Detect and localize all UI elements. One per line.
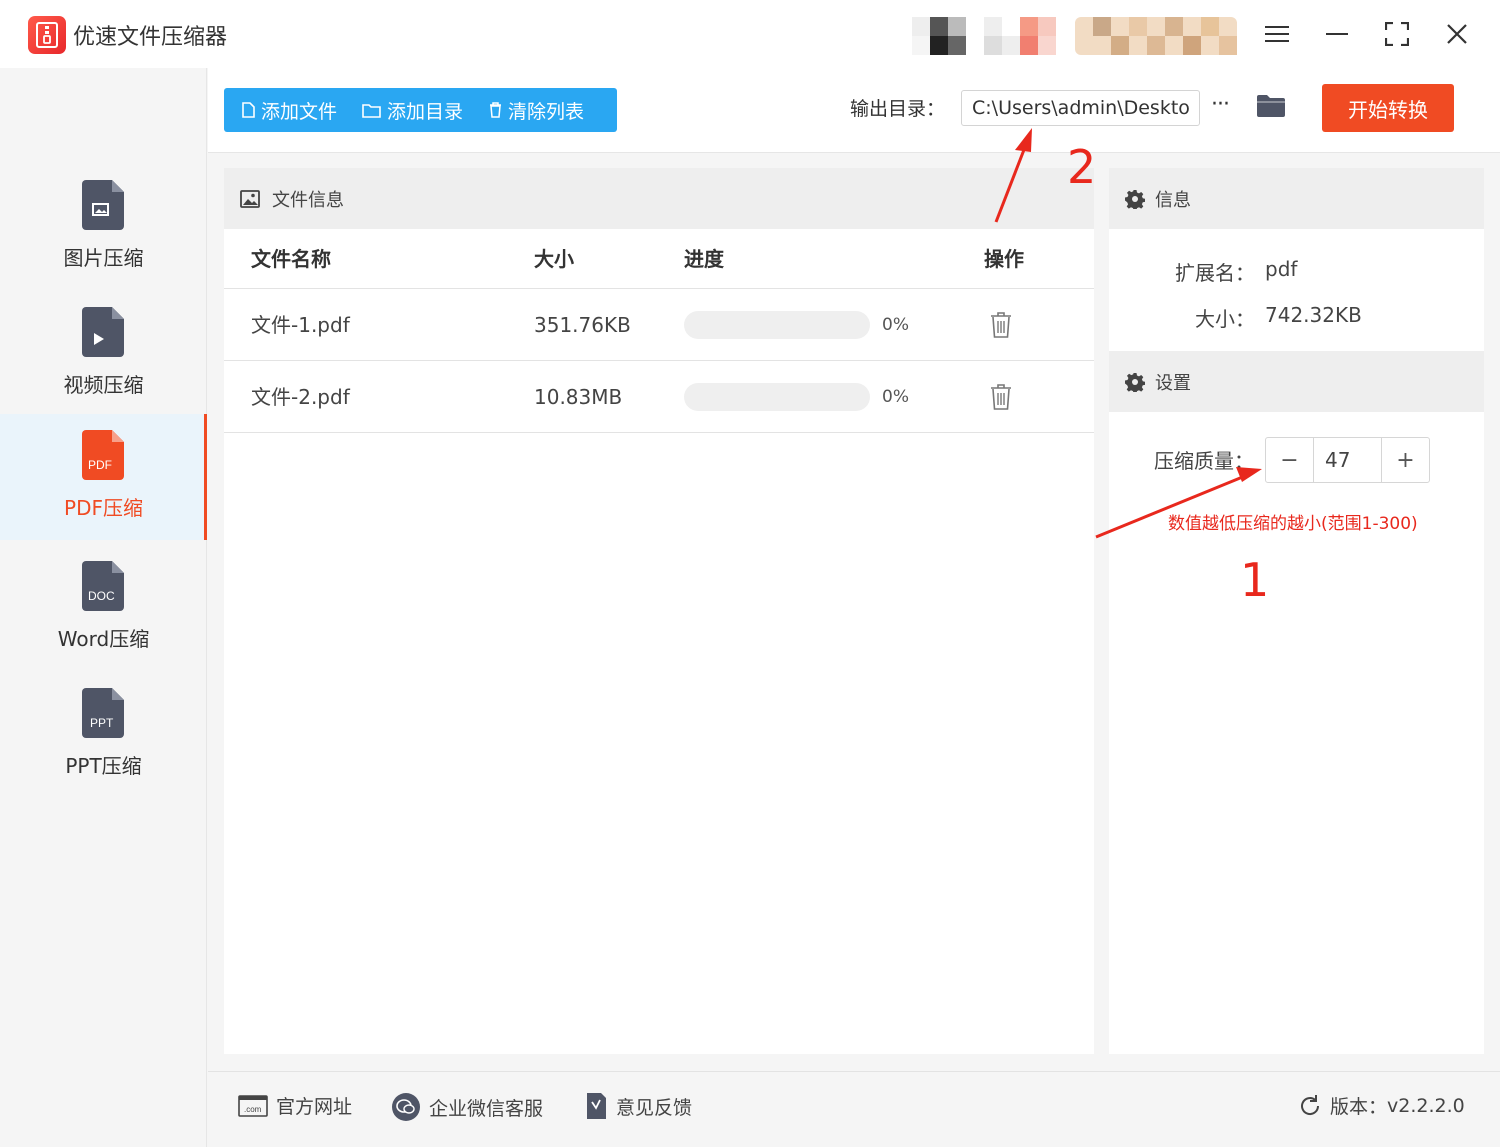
clear-list-label: 清除列表 <box>508 100 585 123</box>
add-folder-label: 添加目录 <box>387 100 464 123</box>
size-value: 742.32KB <box>1265 303 1362 327</box>
annotation-number-2: 2 <box>1067 140 1097 194</box>
sidebar-item-word-compress[interactable]: DOC Word压缩 <box>0 545 207 673</box>
delete-trash-icon[interactable] <box>990 311 1012 339</box>
title-bar: 优速文件压缩器 <box>0 0 1500 68</box>
svg-text:PPT: PPT <box>90 716 114 730</box>
add-file-label: 添加文件 <box>261 100 338 123</box>
close-icon[interactable] <box>1437 14 1477 54</box>
progress-bar <box>684 383 870 411</box>
browse-more-button[interactable]: ··· <box>1211 92 1230 117</box>
blurred-user-avatar <box>912 17 1057 55</box>
feedback-icon <box>587 1093 606 1119</box>
sidebar-item-label: 图片压缩 <box>63 246 144 270</box>
file-name: 文件-2.pdf <box>251 385 350 409</box>
file-size: 351.76KB <box>534 313 631 337</box>
progress-bar <box>684 311 870 339</box>
trash-icon <box>490 102 502 118</box>
file-action-group: 添加文件 添加目录 清除列表 <box>224 88 617 132</box>
version-label: 版本： <box>1330 1096 1388 1118</box>
output-dir-label: 输出目录： <box>850 98 946 120</box>
ppt-file-icon: PPT <box>82 688 124 738</box>
svg-text:.com: .com <box>244 1105 262 1114</box>
blurred-user-name <box>1075 17 1237 55</box>
sidebar-item-video-compress[interactable]: 视频压缩 <box>0 291 207 419</box>
sidebar-item-image-compress[interactable]: 图片压缩 <box>0 164 207 292</box>
ext-label: 扩展名： <box>1175 261 1255 285</box>
clear-list-button[interactable]: 清除列表 <box>489 88 584 132</box>
open-folder-icon[interactable] <box>1256 94 1286 122</box>
progress-percent: 0% <box>882 387 909 407</box>
file-panel-header: 文件信息 <box>224 168 1094 229</box>
gear-icon <box>1125 189 1145 209</box>
folder-outline-icon <box>362 103 381 118</box>
file-panel-title: 文件信息 <box>272 189 344 211</box>
wechat-service-label: 企业微信客服 <box>429 1097 544 1120</box>
gear-icon <box>1125 372 1145 392</box>
progress-percent: 0% <box>882 315 909 335</box>
toolbar: 添加文件 添加目录 清除列表 输出目录： C:\Users\admin\Desk… <box>208 68 1500 153</box>
table-row: 文件-1.pdf 351.76KB 0% <box>224 289 1094 361</box>
pdf-file-icon: PDF <box>82 430 124 480</box>
info-title: 信息 <box>1155 189 1191 211</box>
image-file-icon <box>82 180 124 230</box>
add-folder-button[interactable]: 添加目录 <box>362 88 463 132</box>
output-dir-input[interactable]: C:\Users\admin\Deskto <box>961 90 1200 126</box>
column-header-name: 文件名称 <box>251 247 331 271</box>
quality-label: 压缩质量： <box>1154 449 1254 473</box>
size-label: 大小： <box>1195 307 1255 331</box>
delete-trash-icon[interactable] <box>990 383 1012 411</box>
file-list-panel: 文件信息 文件名称 大小 进度 操作 文件-1.pdf 351.76KB 0% … <box>224 168 1094 1054</box>
image-icon <box>240 189 260 208</box>
decrease-button[interactable]: − <box>1266 438 1313 482</box>
info-header: 信息 <box>1109 168 1484 229</box>
quality-value-input[interactable]: 47 <box>1313 438 1382 482</box>
sidebar-item-label: 视频压缩 <box>63 373 144 397</box>
quality-hint: 数值越低压缩的越小(范围1-300) <box>1168 514 1418 534</box>
minimize-icon[interactable] <box>1317 14 1357 54</box>
app-logo-icon <box>28 16 66 54</box>
menu-icon[interactable] <box>1257 14 1297 54</box>
sidebar-item-label: PDF压缩 <box>64 496 143 520</box>
quality-stepper: − 47 + <box>1265 437 1430 483</box>
sidebar-item-ppt-compress[interactable]: PPT PPT压缩 <box>0 672 207 800</box>
table-row: 文件-2.pdf 10.83MB 0% <box>224 361 1094 433</box>
version-value: v2.2.2.0 <box>1387 1094 1465 1117</box>
version-info: 版本： v2.2.2.0 <box>1298 1092 1465 1119</box>
website-link[interactable]: .com 官方网址 <box>238 1092 352 1119</box>
sidebar-item-label: Word压缩 <box>57 627 150 651</box>
website-icon: .com <box>238 1094 268 1117</box>
feedback-label: 意见反馈 <box>616 1096 693 1119</box>
svg-text:DOC: DOC <box>88 589 115 603</box>
file-name: 文件-1.pdf <box>251 313 350 337</box>
sidebar-item-pdf-compress[interactable]: PDF PDF压缩 <box>0 414 207 540</box>
doc-file-icon: DOC <box>82 561 124 611</box>
ext-value: pdf <box>1265 257 1298 281</box>
start-convert-button[interactable]: 开始转换 <box>1322 84 1454 132</box>
feedback-link[interactable]: 意见反馈 <box>584 1092 692 1120</box>
video-file-icon <box>82 307 124 357</box>
add-file-button[interactable]: 添加文件 <box>242 88 337 132</box>
column-header-action: 操作 <box>984 247 1024 271</box>
refresh-icon <box>1301 1094 1320 1115</box>
wechat-service-link[interactable]: 企业微信客服 <box>391 1092 543 1122</box>
app-title: 优速文件压缩器 <box>73 25 228 50</box>
table-header: 文件名称 大小 进度 操作 <box>224 229 1094 289</box>
file-size: 10.83MB <box>534 385 623 409</box>
fullscreen-icon[interactable] <box>1377 14 1417 54</box>
svg-text:PDF: PDF <box>88 458 112 472</box>
increase-button[interactable]: + <box>1382 438 1429 482</box>
column-header-size: 大小 <box>534 247 574 271</box>
settings-header: 设置 <box>1109 351 1484 412</box>
sidebar-item-label: PPT压缩 <box>65 754 142 778</box>
website-label: 官方网址 <box>276 1096 353 1118</box>
file-icon <box>242 102 255 118</box>
column-header-progress: 进度 <box>684 247 724 271</box>
info-settings-panel: 信息 扩展名： pdf 大小： 742.32KB 设置 压缩质量： − 47 +… <box>1109 168 1484 1054</box>
wechat-icon <box>392 1093 420 1121</box>
annotation-number-1: 1 <box>1240 553 1270 607</box>
sidebar: 图片压缩 视频压缩 PDF PDF压缩 DOC Word压缩 PPT PPT压缩 <box>0 68 207 1147</box>
settings-title: 设置 <box>1155 372 1191 394</box>
footer: .com 官方网址 企业微信客服 意见反馈 版本： v2.2.2.0 <box>208 1071 1500 1143</box>
